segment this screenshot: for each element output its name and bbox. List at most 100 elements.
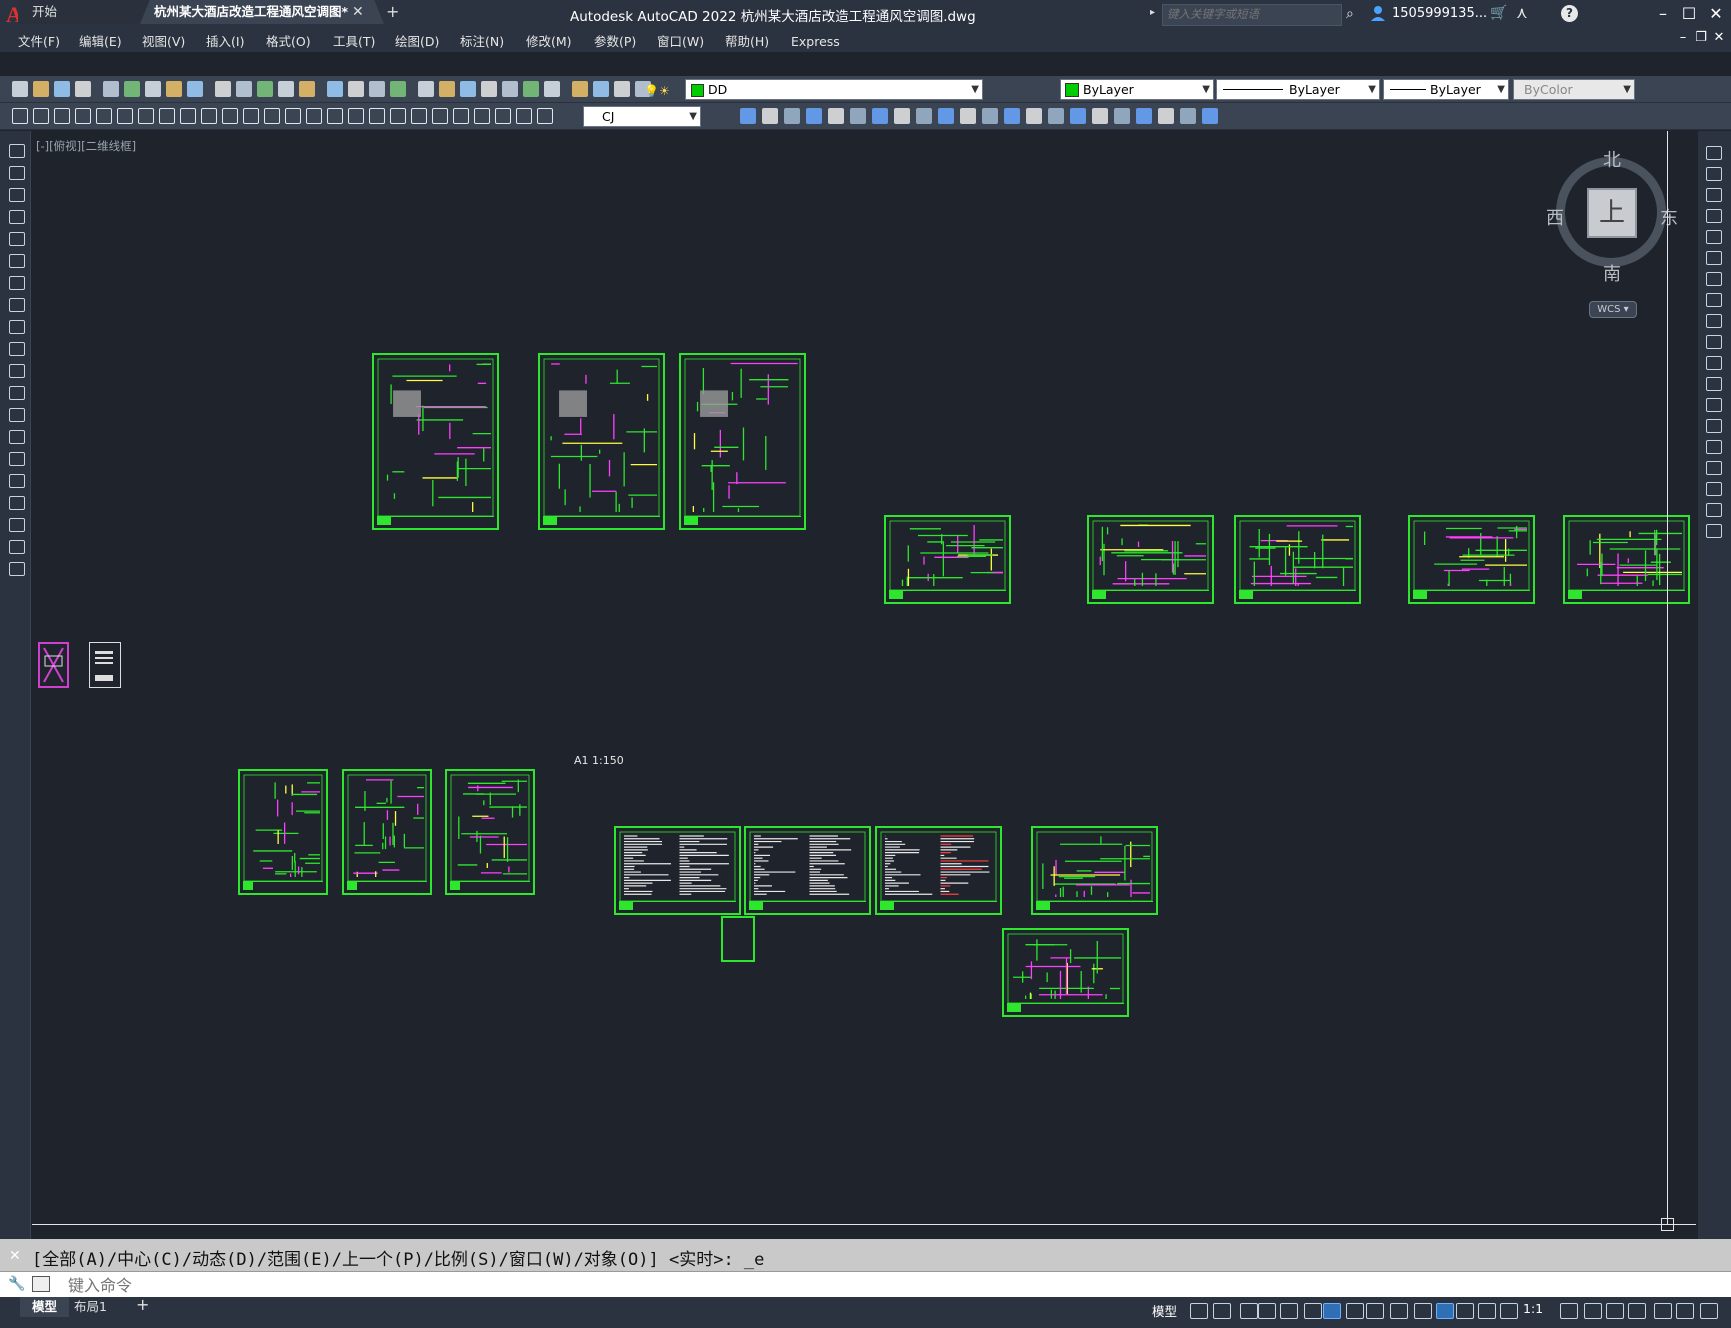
modify-tool-icon[interactable]	[1706, 209, 1722, 223]
toolbar-tool-icon[interactable]	[418, 81, 434, 97]
tab-start[interactable]: 开始	[18, 0, 160, 24]
menu-parametric[interactable]: 参数(P)	[594, 31, 636, 53]
dimension-tool-icon[interactable]	[201, 108, 217, 124]
status-toggle-icon[interactable]	[1500, 1303, 1518, 1319]
dimension-tool-icon[interactable]	[327, 108, 343, 124]
ucs-menu[interactable]: WCS ▾	[1589, 301, 1637, 318]
new-tab-icon[interactable]: +	[386, 2, 399, 21]
drawing-canvas[interactable]	[32, 131, 1698, 1239]
drawing-sheet-system-diagram[interactable]	[342, 769, 432, 895]
dimension-tool-icon[interactable]	[285, 108, 301, 124]
dimension-tool-icon[interactable]	[138, 108, 154, 124]
drawing-sheet-system-diagram[interactable]	[238, 769, 328, 895]
modify-tool-icon[interactable]	[1706, 230, 1722, 244]
modify-tool-icon[interactable]	[872, 108, 888, 124]
dimension-tool-icon[interactable]	[159, 108, 175, 124]
modify-tool-icon[interactable]	[1706, 461, 1722, 475]
modify-tool-icon[interactable]	[1706, 398, 1722, 412]
modify-tool-icon[interactable]	[1706, 293, 1722, 307]
status-toggle-icon[interactable]	[1414, 1303, 1432, 1319]
draw-tool-icon[interactable]	[9, 342, 25, 356]
viewcube-north[interactable]: 北	[1603, 146, 1621, 172]
maximize-icon[interactable]: ☐	[1676, 4, 1702, 23]
search-input[interactable]	[1163, 5, 1341, 23]
status-toggle-icon[interactable]	[1456, 1303, 1474, 1319]
toolbar-tool-icon[interactable]	[75, 81, 91, 97]
viewcube-east[interactable]: 东	[1660, 204, 1678, 230]
search-expand-icon[interactable]: ▸	[1150, 7, 1155, 18]
menu-format[interactable]: 格式(O)	[266, 31, 311, 53]
layer-dropdown[interactable]: 💡☀ DD ▼	[644, 79, 983, 100]
modify-tool-icon[interactable]	[982, 108, 998, 124]
viewport-controls[interactable]: [-][俯视][二维线框]	[36, 138, 136, 154]
status-toggle-icon[interactable]	[1628, 1303, 1646, 1319]
dimension-tool-icon[interactable]	[12, 108, 28, 124]
viewcube-south[interactable]: 南	[1603, 260, 1621, 286]
toolbar-tool-icon[interactable]	[614, 81, 630, 97]
modify-tool-icon[interactable]	[1706, 335, 1722, 349]
toolbar-tool-icon[interactable]	[544, 81, 560, 97]
modify-tool-icon[interactable]	[1706, 503, 1722, 517]
modify-tool-icon[interactable]	[1706, 314, 1722, 328]
drawing-sheet-table[interactable]	[875, 826, 1002, 915]
modify-tool-icon[interactable]	[1158, 108, 1174, 124]
dimension-tool-icon[interactable]	[537, 108, 553, 124]
status-toggle-icon[interactable]	[1390, 1303, 1408, 1319]
menu-insert[interactable]: 插入(I)	[206, 31, 244, 53]
menu-edit[interactable]: 编辑(E)	[79, 31, 122, 53]
dimension-tool-icon[interactable]	[369, 108, 385, 124]
linetype-dropdown[interactable]: ByLayer ▼	[1216, 79, 1380, 100]
drawing-sheet-floor-plan-wide[interactable]	[1087, 515, 1214, 604]
toolbar-tool-icon[interactable]	[54, 81, 70, 97]
status-toggle-icon[interactable]	[1280, 1303, 1298, 1319]
status-toggle-icon[interactable]	[1240, 1303, 1258, 1319]
drawing-sheet-legend[interactable]	[721, 916, 755, 962]
draw-tool-icon[interactable]	[9, 144, 25, 158]
modify-tool-icon[interactable]	[1706, 356, 1722, 370]
status-toggle-icon[interactable]	[1346, 1303, 1364, 1319]
draw-tool-icon[interactable]	[9, 188, 25, 202]
draw-tool-icon[interactable]	[9, 364, 25, 378]
menu-draw[interactable]: 绘图(D)	[395, 31, 439, 53]
status-toggle-icon[interactable]	[1323, 1303, 1341, 1319]
drawing-sheet-floor-plan-wide[interactable]	[884, 515, 1011, 604]
command-close-icon[interactable]: ✕	[9, 1248, 21, 1264]
thumbnail-sheet-1[interactable]	[38, 642, 69, 688]
close-icon[interactable]: ✕	[1703, 4, 1729, 23]
draw-tool-icon[interactable]	[9, 232, 25, 246]
drawing-sheet-notes-detail[interactable]	[744, 826, 871, 915]
dimension-tool-icon[interactable]	[33, 108, 49, 124]
toolbar-tool-icon[interactable]	[187, 81, 203, 97]
modify-tool-icon[interactable]	[960, 108, 976, 124]
status-toggle-icon[interactable]	[1560, 1303, 1578, 1319]
modify-tool-icon[interactable]	[828, 108, 844, 124]
plotstyle-dropdown[interactable]: ByColor ▼	[1513, 79, 1635, 100]
toolbar-tool-icon[interactable]	[572, 81, 588, 97]
modify-tool-icon[interactable]	[1706, 272, 1722, 286]
toolbar-tool-icon[interactable]	[236, 81, 252, 97]
toolbar-tool-icon[interactable]	[278, 81, 294, 97]
toolbar-tool-icon[interactable]	[124, 81, 140, 97]
search-box[interactable]	[1162, 4, 1342, 26]
drawing-sheet-system-diagram[interactable]	[445, 769, 535, 895]
toolbar-tool-icon[interactable]	[390, 81, 406, 97]
modify-tool-icon[interactable]	[1070, 108, 1086, 124]
toolbar-tool-icon[interactable]	[145, 81, 161, 97]
status-toggle-icon[interactable]	[1478, 1303, 1496, 1319]
toolbar-tool-icon[interactable]	[348, 81, 364, 97]
dimension-tool-icon[interactable]	[348, 108, 364, 124]
dimension-tool-icon[interactable]	[432, 108, 448, 124]
toolbar-tool-icon[interactable]	[215, 81, 231, 97]
modify-tool-icon[interactable]	[1706, 188, 1722, 202]
draw-tool-icon[interactable]	[9, 540, 25, 554]
menu-dimension[interactable]: 标注(N)	[460, 31, 504, 53]
modify-tool-icon[interactable]	[850, 108, 866, 124]
draw-tool-icon[interactable]	[9, 474, 25, 488]
dimension-tool-icon[interactable]	[180, 108, 196, 124]
drawing-sheet-floor-plan-wide[interactable]	[1234, 515, 1361, 604]
drawing-sheet-floor-plan[interactable]	[538, 353, 665, 530]
status-toggle-icon[interactable]	[1366, 1303, 1384, 1319]
recent-commands-icon[interactable]	[32, 1276, 50, 1292]
modify-tool-icon[interactable]	[1092, 108, 1108, 124]
tab-close-icon[interactable]: ✕	[352, 4, 364, 20]
